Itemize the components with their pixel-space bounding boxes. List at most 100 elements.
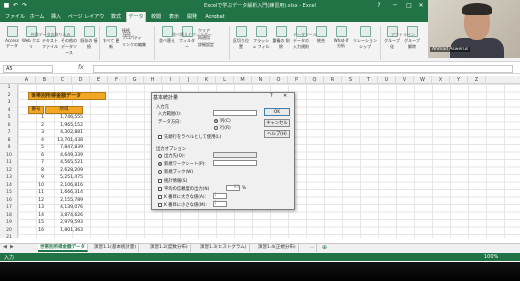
tab-data[interactable]: データ [126,12,146,22]
ungroup-button[interactable]: グループ解除 [403,26,421,50]
data-cell-income[interactable]: 4,302,881 [45,129,83,137]
column-header[interactable]: L [216,76,234,84]
column-header[interactable]: H [144,76,162,84]
sheet-tab-exercise-1-2[interactable]: 演習1.2(度数分布) [148,244,191,252]
data-cell-income[interactable]: 2,628,209 [45,167,83,175]
consolidate-button[interactable]: 統合 [312,26,330,50]
confidence-level-field[interactable]: 95 [226,185,240,191]
data-cell-income[interactable]: 2,106,816 [45,182,83,190]
help-button-dialog[interactable]: ヘルプ(H) [264,130,290,138]
sheet-tab-exercise-1-3[interactable]: 演習1.3(ヒストグラム) [198,244,250,252]
add-sheet-icon[interactable]: ⊕ [322,244,327,251]
dialog-help-icon[interactable]: ? [270,93,273,99]
by-columns-radio[interactable] [214,119,218,123]
help-button[interactable]: ? [372,1,386,10]
row-header[interactable]: 16 [0,197,18,205]
row-header[interactable]: 11 [0,159,18,167]
column-header[interactable]: R [324,76,342,84]
column-header[interactable]: C [54,76,72,84]
column-header[interactable]: U [378,76,396,84]
web-query-button[interactable]: Web クエリ [22,26,40,50]
new-worksheet-field[interactable] [213,160,257,166]
what-if-button[interactable]: What-If 分析 [332,26,350,50]
column-header[interactable]: T [360,76,378,84]
tab-formulas[interactable]: 数式 [108,12,124,22]
tab-scroll-left-icon[interactable]: ◀ [3,244,7,250]
tab-view[interactable]: 表示 [166,12,182,22]
by-rows-radio[interactable] [214,126,218,130]
sheet-tab-income-data[interactable]: 世帯別所得金額データ [38,244,88,252]
data-cell-income[interactable]: 1,746,555 [45,114,83,122]
name-box[interactable]: A5 [3,65,53,73]
kth-smallest-checkbox[interactable] [158,203,162,207]
data-cell-number[interactable]: 1 [28,114,44,122]
data-cell-number[interactable]: 15 [28,219,44,227]
new-worksheet-radio[interactable] [158,162,162,166]
sheet-title-cell[interactable]: 世帯別所得金額データ [28,92,106,100]
header-cell-income[interactable]: 所得 [45,106,83,114]
sheet-tab-exercise-1-4[interactable]: 演習1.4(正規分布) [256,244,299,252]
row-header[interactable]: 1 [0,84,18,92]
column-header[interactable]: D [72,76,90,84]
column-header[interactable]: N [252,76,270,84]
data-cell-number[interactable]: 10 [28,182,44,190]
row-header[interactable]: 14 [0,182,18,190]
new-workbook-radio[interactable] [158,170,162,174]
column-header[interactable]: Z [468,76,486,84]
row-header[interactable]: 9 [0,144,18,152]
output-range-radio[interactable] [158,154,162,158]
data-cell-income[interactable]: 5,251,475 [45,174,83,182]
data-cell-number[interactable]: 5 [28,144,44,152]
column-header[interactable]: B [36,76,54,84]
tab-file[interactable]: ファイル [4,12,26,22]
sort-button[interactable]: 並べ替え [158,26,176,50]
column-header[interactable]: X [432,76,450,84]
row-header[interactable]: 17 [0,204,18,212]
column-header[interactable]: K [198,76,216,84]
access-button[interactable]: Access データ [3,26,21,50]
column-header[interactable]: W [414,76,432,84]
group-button[interactable]: グループ化 [383,26,401,50]
data-cell-income[interactable]: 2,979,593 [45,219,83,227]
tab-home[interactable]: ホーム [28,12,46,22]
confidence-level-checkbox[interactable] [158,187,162,191]
formula-input[interactable] [93,65,513,73]
data-cell-income[interactable]: 2,155,789 [45,197,83,205]
remove-duplicates-button[interactable]: 重複の 削除 [272,26,290,50]
summary-stats-checkbox[interactable] [158,179,162,183]
data-cell-income[interactable]: 3,874,626 [45,212,83,220]
column-header[interactable]: S [342,76,360,84]
existing-connections-button[interactable]: 既存の 接続 [80,26,98,50]
data-cell-number[interactable]: 7 [28,159,44,167]
data-cell-number[interactable]: 6 [28,152,44,160]
column-header[interactable]: O [270,76,288,84]
row-header[interactable]: 20 [0,227,18,235]
data-cell-number[interactable]: 13 [28,204,44,212]
kth-largest-field[interactable]: 1 [213,193,227,199]
row-header[interactable]: 7 [0,129,18,137]
data-validation-button[interactable]: データの 入力規則 [292,26,310,50]
row-header[interactable]: 2 [0,92,18,100]
row-header[interactable]: 10 [0,152,18,160]
text-to-columns-button[interactable]: 区切り位置 [232,26,250,50]
tab-page-layout[interactable]: ページ レイアウト [66,12,106,30]
data-cell-number[interactable]: 4 [28,137,44,145]
row-header[interactable]: 13 [0,174,18,182]
ok-button[interactable]: OK [264,108,290,116]
filter-button[interactable]: フィルター [178,26,196,50]
other-sources-button[interactable]: その他の データソース [60,26,78,55]
close-button[interactable]: ✕ [414,1,428,10]
row-header[interactable]: 4 [0,107,18,115]
fx-icon[interactable]: fx [78,64,90,73]
data-cell-number[interactable]: 14 [28,212,44,220]
column-header[interactable]: F [108,76,126,84]
header-cell-number[interactable]: 番号 [28,106,44,114]
tab-developer[interactable]: 開発 [184,12,200,22]
data-cell-income[interactable]: 4,565,521 [45,159,83,167]
undo-icon[interactable]: ↶ [12,2,19,9]
refresh-all-button[interactable]: すべて 更新 [102,26,120,50]
column-header[interactable]: Y [450,76,468,84]
kth-smallest-field[interactable]: 1 [213,201,227,207]
data-cell-income[interactable]: 4,139,076 [45,204,83,212]
tab-acrobat[interactable]: Acrobat [202,12,228,22]
